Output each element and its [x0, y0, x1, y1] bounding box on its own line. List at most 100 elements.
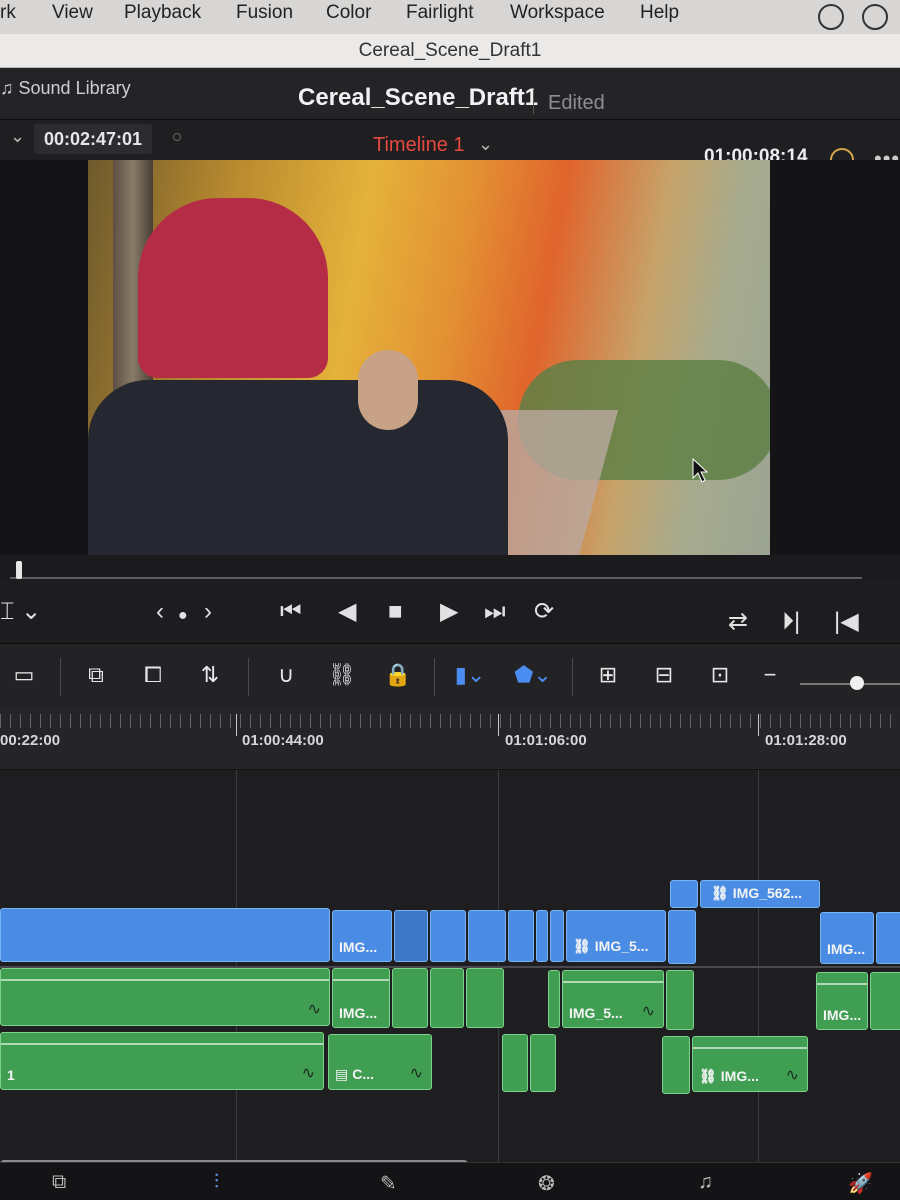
project-status: Edited	[548, 92, 605, 114]
audio-clip[interactable]	[666, 970, 694, 1030]
audio-clip[interactable]	[502, 1034, 528, 1092]
video-clip[interactable]	[430, 910, 466, 962]
video-clip[interactable]	[394, 910, 428, 962]
nav-next-icon[interactable]: ›	[204, 600, 212, 624]
deliver-page-icon[interactable]: 🚀	[848, 1171, 873, 1196]
clip-name: IMG...	[827, 941, 866, 957]
timeline-chevron-icon[interactable]: ⌄	[478, 134, 493, 155]
video-clip[interactable]	[876, 912, 900, 964]
scrub-bar[interactable]	[0, 555, 900, 580]
go-to-start-icon[interactable]: ⏮	[280, 600, 302, 624]
viewer-panel	[0, 160, 900, 555]
link-icon[interactable]: ⛓	[328, 660, 356, 690]
play-icon[interactable]: ▶	[440, 600, 458, 624]
video-clip[interactable]	[550, 910, 564, 962]
audio-clip[interactable]: ▤ C... ∿	[328, 1034, 432, 1090]
nav-prev-icon[interactable]: ‹	[156, 600, 164, 624]
flag-icon[interactable]: ▮⌄	[450, 660, 490, 690]
menu-item-workspace[interactable]: Workspace	[510, 2, 605, 24]
audio-clip[interactable]	[548, 970, 560, 1028]
zoom-custom-icon[interactable]: ⊡	[700, 660, 740, 690]
marker-icon[interactable]: ⬟⌄	[512, 660, 554, 690]
video-clip[interactable]: ⛓ IMG_562...	[700, 880, 820, 908]
zoom-full-icon[interactable]: ⊞	[588, 660, 628, 690]
scrub-playhead[interactable]	[16, 561, 22, 579]
video-clip[interactable]: IMG...	[332, 910, 392, 962]
go-to-end-icon[interactable]: ⏭	[484, 600, 506, 624]
match-frame-icon[interactable]: ⇄	[728, 610, 748, 634]
video-clip[interactable]: IMG...	[820, 912, 874, 964]
play-circle-icon[interactable]	[862, 4, 888, 30]
menu-item-work[interactable]: rk	[0, 2, 16, 24]
audio-clip[interactable]	[530, 1034, 556, 1092]
link-icon: ⛓	[711, 885, 729, 901]
nav-dot-icon[interactable]: ●	[178, 604, 188, 628]
snapping-magnet-icon[interactable]: ∪	[272, 660, 300, 690]
video-clip[interactable]	[536, 910, 548, 962]
ruler-label: 00:22:00	[0, 732, 61, 749]
media-page-icon[interactable]: ⧉	[52, 1171, 66, 1194]
audio-clip[interactable]	[392, 968, 428, 1028]
video-clip[interactable]	[508, 910, 534, 962]
toolbar-divider-1	[60, 658, 61, 696]
fairlight-page-icon[interactable]: ♫	[698, 1171, 713, 1194]
audio-clip[interactable]	[430, 968, 464, 1028]
timeline-selector[interactable]: Timeline 1	[373, 134, 465, 157]
clip-name: C...	[352, 1066, 375, 1082]
chevron-down-icon[interactable]: ⌄	[10, 126, 25, 147]
window-title: Cereal_Scene_Draft1	[358, 40, 542, 61]
menu-item-playback[interactable]: Playback	[124, 2, 201, 24]
project-name: Cereal_Scene_Draft1	[298, 84, 539, 111]
ruler-major-mark	[758, 714, 759, 736]
insert-clip-icon[interactable]: ⧉	[76, 660, 116, 690]
menu-item-color[interactable]: Color	[326, 2, 371, 24]
audio-clip[interactable]	[466, 968, 504, 1028]
trim-mode-icon[interactable]: ⌶ ⌄	[0, 600, 41, 624]
stop-icon[interactable]: ■	[388, 600, 403, 624]
sound-library-label: Sound Library	[18, 78, 131, 98]
video-clip[interactable]	[670, 880, 698, 908]
zoom-slider-knob[interactable]	[850, 676, 864, 690]
audio-clip[interactable]: IMG_5... ∿	[562, 970, 664, 1028]
zoom-detail-icon[interactable]: ⊟	[644, 660, 684, 690]
scrub-track[interactable]	[10, 577, 862, 579]
fusion-page-icon[interactable]: ✎	[380, 1171, 397, 1196]
menu-item-fairlight[interactable]: Fairlight	[406, 2, 474, 24]
audio-clip[interactable]	[870, 972, 900, 1030]
creative-cloud-icon[interactable]	[818, 4, 844, 30]
video-clip[interactable]	[0, 908, 330, 962]
audio-clip[interactable]: IMG...	[332, 968, 390, 1028]
audio-clip[interactable]: ⛓ IMG... ∿	[692, 1036, 808, 1092]
menu-item-fusion[interactable]: Fusion	[236, 2, 293, 24]
replace-clip-icon[interactable]: ⇅	[190, 660, 230, 690]
ruler-label: 01:01:06:00	[505, 732, 587, 749]
blade-tool-icon[interactable]: ▭	[8, 660, 40, 690]
frame-person-beanie	[138, 198, 328, 378]
clip-name: IMG_5...	[569, 1005, 623, 1021]
color-page-icon[interactable]: ❂	[538, 1171, 555, 1196]
audio-clip[interactable]: ∿	[0, 968, 330, 1026]
position-lock-icon[interactable]: 🔒	[384, 660, 412, 690]
reverse-play-icon[interactable]: ◀	[338, 600, 356, 624]
menu-item-view[interactable]: View	[52, 2, 93, 24]
menu-item-help[interactable]: Help	[640, 2, 679, 24]
edit-page-icon[interactable]: ⫶	[214, 1171, 219, 1194]
video-clip[interactable]: ⛓ IMG_5...	[566, 910, 666, 962]
audio-clip[interactable]: 1 ∿	[0, 1032, 324, 1090]
next-edit-icon[interactable]: ⏵|	[782, 610, 800, 634]
video-clip[interactable]	[668, 910, 696, 964]
sound-library-button[interactable]: ♫ Sound Library	[0, 78, 131, 99]
prev-edit-icon[interactable]: |◀	[834, 610, 859, 634]
compound-clip-icon: ▤	[335, 1066, 349, 1082]
clip-name: IMG_5...	[594, 938, 649, 954]
timeline-ruler[interactable]: 00:22:00 01:00:44:00 01:01:06:00 01:01:2…	[0, 708, 900, 770]
audio-clip[interactable]: IMG...	[816, 972, 868, 1030]
audio-clip[interactable]	[662, 1036, 690, 1094]
video-clip[interactable]	[468, 910, 506, 962]
zoom-out-icon[interactable]: −	[760, 660, 780, 690]
source-timecode[interactable]: 00:02:47:01	[34, 124, 152, 154]
overwrite-clip-icon[interactable]: ⧠	[136, 660, 170, 690]
toolbar-divider-4	[572, 658, 573, 696]
page-navigation: ⧉ ⫶ ✎ ❂ ♫ 🚀	[0, 1162, 900, 1200]
loop-icon[interactable]: ⟳	[534, 600, 554, 624]
